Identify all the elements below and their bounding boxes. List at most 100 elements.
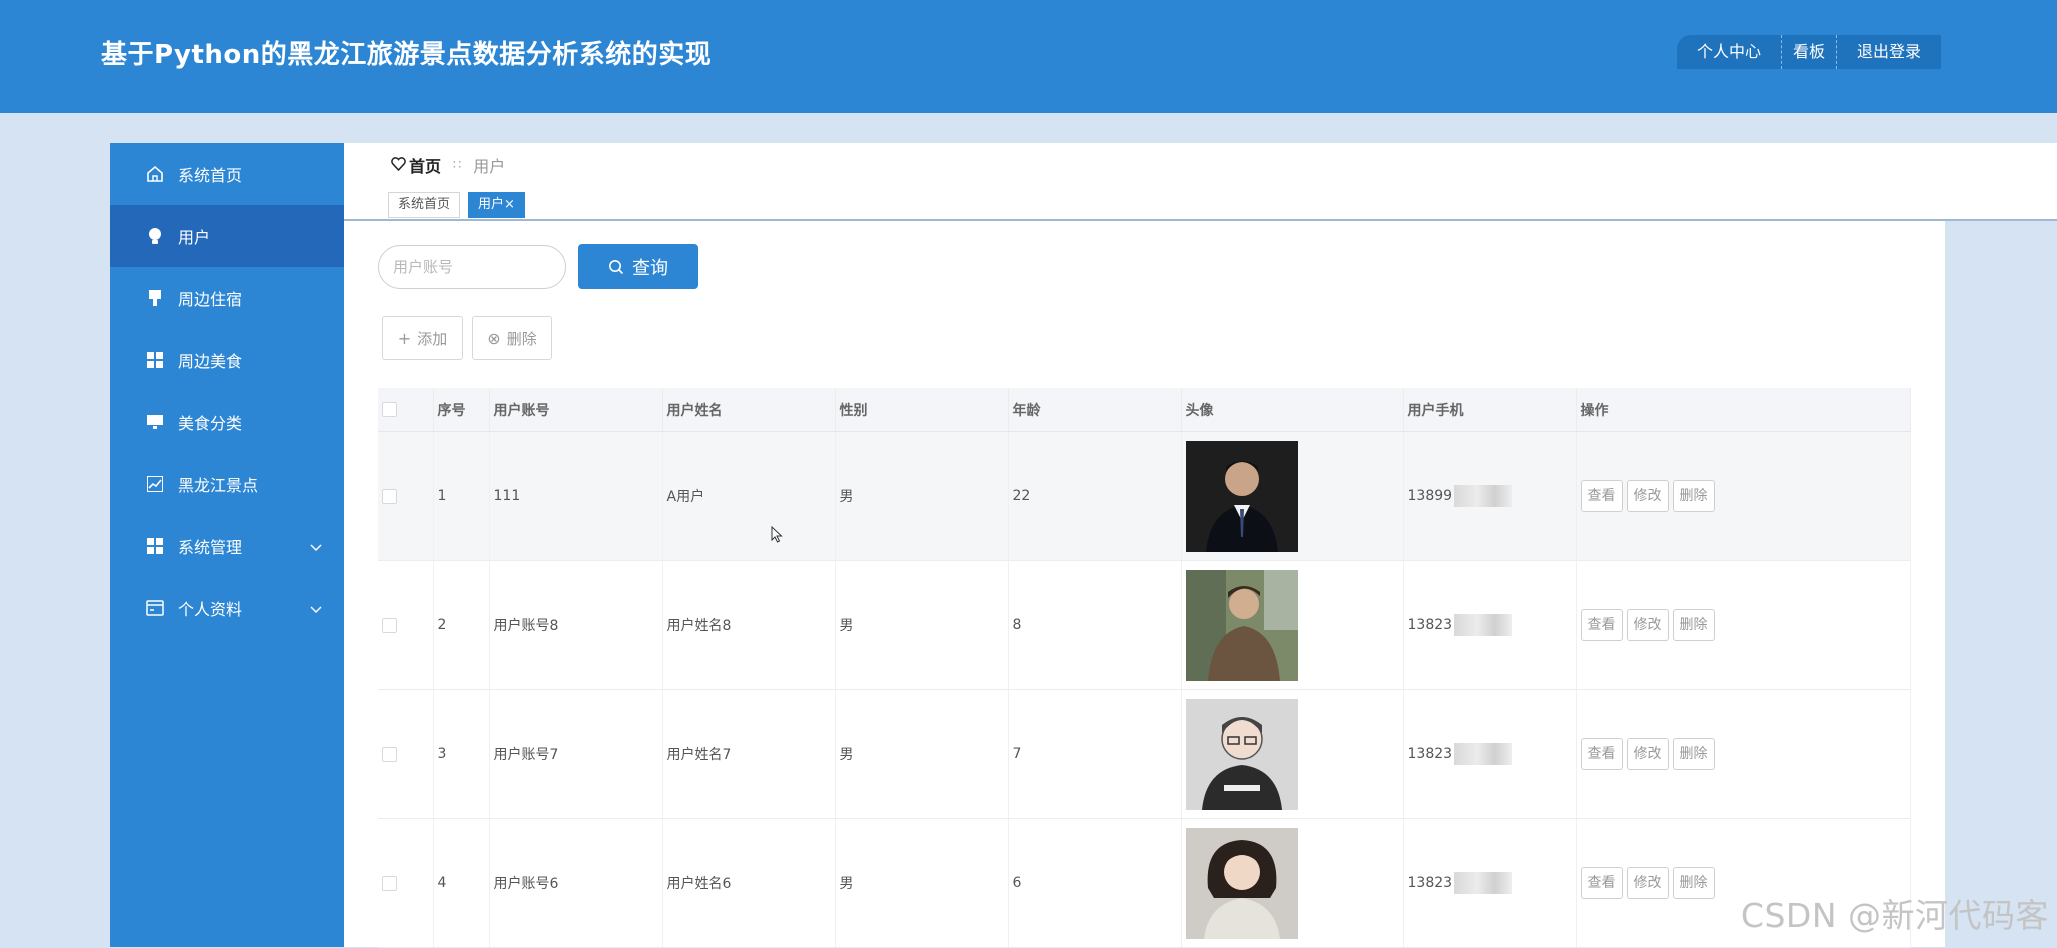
table-row[interactable]: 3 用户账号7 用户姓名7 男 7 13823 查看 修改 删除 [378,689,1911,819]
monitor-icon [144,411,166,433]
breadcrumb-home[interactable]: 首页 [409,153,441,177]
card-icon [144,597,166,619]
sidebar-item-label: 美食分类 [178,414,243,433]
avatar-icon [1185,569,1298,681]
row-name: A用户 [662,431,836,561]
avatar-icon [1185,827,1298,939]
table-header-cell: 序号 [433,388,490,432]
app-title: 基于Python的黑龙江旅游景点数据分析系统的实现 [101,40,712,70]
row-name: 用户姓名6 [662,818,836,948]
row-account: 用户账号8 [489,560,663,690]
sidebar-item-system-management[interactable]: 系统管理 [110,515,344,577]
edit-button[interactable]: 修改 [1626,480,1669,512]
breadcrumb-bar: 首页 ∷ 用户 [344,143,2057,181]
sidebar-item-home[interactable]: 系统首页 [110,143,344,205]
grid-icon [144,535,166,557]
sidebar-item-users[interactable]: 用户 [110,205,344,267]
avatar-icon [1185,440,1298,552]
table-row[interactable]: 1 111 A用户 男 22 13899 查看 修改 删除 [378,431,1911,561]
edit-button[interactable]: 修改 [1626,867,1669,899]
row-index: 3 [433,689,490,819]
row-gender: 男 [835,689,1009,819]
users-table: 序号 用户账号 用户姓名 性别 年龄 头像 用户手机 操作 1 111 A用户 … [378,388,1911,948]
phone-mask [1454,614,1513,636]
chart-line-icon [144,473,166,495]
row-checkbox[interactable] [382,617,397,633]
plus-icon: + [397,328,412,348]
table-header-cell: 头像 [1181,388,1404,432]
delete-button[interactable]: 删除 [1672,480,1715,512]
phone-mask [1454,743,1513,765]
row-name: 用户姓名8 [662,560,836,690]
row-index: 2 [433,560,490,690]
edit-button[interactable]: 修改 [1626,738,1669,770]
tab-label: 系统首页 [398,197,451,212]
row-age: 7 [1008,689,1182,819]
add-button-label: 添加 [417,329,448,348]
tab-home[interactable]: 系统首页 [388,192,461,218]
tab-users[interactable]: 用户× [468,192,525,218]
row-checkbox[interactable] [382,488,397,504]
table-header-row: 序号 用户账号 用户姓名 性别 年龄 头像 用户手机 操作 [378,388,1911,432]
sidebar-item-food-category[interactable]: 美食分类 [110,391,344,453]
row-account: 用户账号7 [489,689,663,819]
tab-close-icon[interactable]: × [504,197,515,212]
dashboard-link[interactable]: 看板 [1781,35,1836,69]
view-button[interactable]: 查看 [1580,867,1623,899]
select-all-checkbox[interactable] [378,388,434,432]
row-name: 用户姓名7 [662,689,836,819]
personal-center-link[interactable]: 个人中心 [1677,35,1781,69]
delete-button[interactable]: 删除 [1672,609,1715,641]
sidebar-item-scenic-spots[interactable]: 黑龙江景点 [110,453,344,515]
heart-icon [391,156,406,175]
delete-button[interactable]: 删除 [1672,738,1715,770]
sidebar-item-nearby-lodging[interactable]: 周边住宿 [110,267,344,329]
watermark: CSDN @新河代码客 [1740,896,2049,935]
sidebar-item-label: 周边住宿 [178,290,243,309]
add-button[interactable]: + 添加 [382,316,463,360]
row-account: 111 [489,431,663,561]
chevron-down-icon [310,599,322,618]
search-button[interactable]: 查询 [578,244,698,289]
row-account: 用户账号6 [489,818,663,948]
row-gender: 男 [835,431,1009,561]
table-row[interactable]: 4 用户账号6 用户姓名6 男 6 13823 查看 修改 删除 [378,818,1911,948]
sidebar-item-label: 系统首页 [178,166,243,185]
user-bulb-icon [144,225,166,247]
circle-close-icon: ⊗ [487,328,501,348]
row-checkbox[interactable] [382,875,397,891]
logout-link[interactable]: 退出登录 [1836,35,1941,69]
row-phone: 13823 [1407,875,1453,891]
delete-button[interactable]: 删除 [1672,867,1715,899]
hotel-icon [144,287,166,309]
view-button[interactable]: 查看 [1580,609,1623,641]
grid-icon [144,349,166,371]
home-icon [144,163,166,185]
row-phone: 13823 [1407,746,1453,762]
sidebar-item-label: 用户 [178,228,211,247]
sidebar-item-label: 个人资料 [178,600,243,619]
batch-delete-button-label: 删除 [506,329,537,348]
search-button-label: 查询 [632,257,668,279]
sidebar-item-label: 黑龙江景点 [178,476,259,495]
top-nav: 个人中心 看板 退出登录 [1677,35,1942,69]
breadcrumb-separator: ∷ [453,157,462,173]
view-button[interactable]: 查看 [1580,738,1623,770]
mouse-cursor-icon [771,526,783,543]
row-checkbox[interactable] [382,746,397,762]
row-phone: 13823 [1407,617,1453,633]
table-header-cell: 年龄 [1008,388,1182,432]
batch-delete-button[interactable]: ⊗ 删除 [472,316,552,360]
search-input[interactable] [378,245,566,289]
row-index: 1 [433,431,490,561]
sidebar-item-nearby-food[interactable]: 周边美食 [110,329,344,391]
row-gender: 男 [835,818,1009,948]
sidebar-item-profile[interactable]: 个人资料 [110,577,344,639]
view-button[interactable]: 查看 [1580,480,1623,512]
breadcrumb: 首页 ∷ 用户 [391,153,505,177]
tabs-bar: 系统首页 用户× [344,180,2057,221]
edit-button[interactable]: 修改 [1626,609,1669,641]
phone-mask [1454,485,1513,507]
row-age: 8 [1008,560,1182,690]
table-row[interactable]: 2 用户账号8 用户姓名8 男 8 13823 查看 修改 删除 [378,560,1911,690]
